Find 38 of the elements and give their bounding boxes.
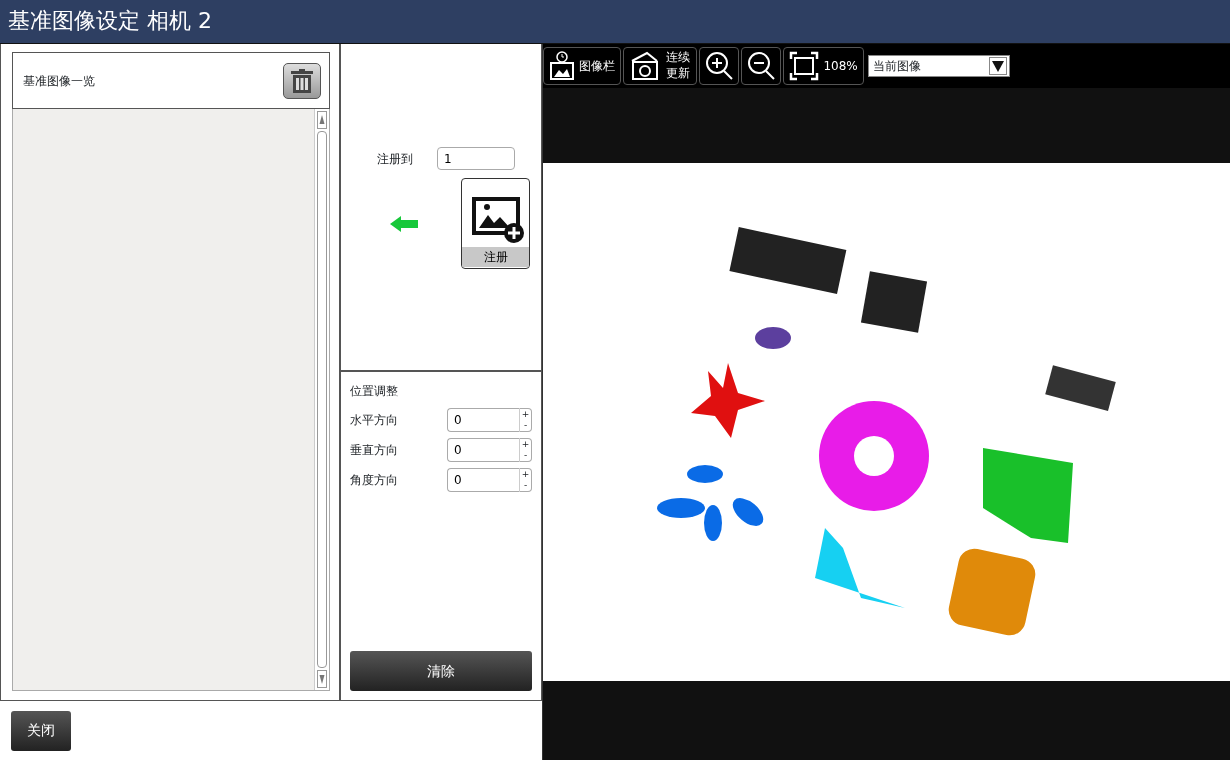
- camera-photo-icon: [629, 51, 661, 81]
- register-field[interactable]: 1: [437, 147, 515, 170]
- decrement-button[interactable]: -: [520, 450, 531, 461]
- fit-button[interactable]: 108%: [783, 47, 864, 85]
- register-label: 注册到: [377, 150, 413, 168]
- delete-button[interactable]: [283, 62, 321, 99]
- section-title: 位置调整: [350, 383, 399, 400]
- field-label: 水平方向: [350, 412, 398, 429]
- gallery-button[interactable]: 图像栏: [543, 47, 621, 85]
- clear-button[interactable]: 清除: [350, 651, 532, 691]
- fit-frame-icon: [789, 51, 820, 81]
- gallery-icon: [549, 51, 575, 81]
- zoom-out-icon: [747, 51, 776, 81]
- list-title: 基准图像一览: [23, 72, 95, 90]
- number-field[interactable]: 0: [447, 438, 519, 462]
- scroll-down-icon: [317, 670, 327, 688]
- number-field[interactable]: 0: [447, 408, 519, 432]
- increment-button[interactable]: +: [520, 439, 531, 450]
- window-title: 基准图像设定 相机 2: [0, 0, 1230, 44]
- field-label: 垂直方向: [350, 442, 398, 459]
- increment-button[interactable]: +: [520, 469, 531, 480]
- increment-button[interactable]: +: [520, 409, 531, 420]
- zoom-in-button[interactable]: [699, 47, 740, 85]
- zoom-out-button[interactable]: [741, 47, 782, 85]
- scroll-up-icon: [317, 111, 327, 129]
- field-label: 角度方向: [350, 472, 398, 489]
- close-button[interactable]: 关闭: [11, 710, 71, 751]
- trash-icon: [288, 66, 316, 95]
- arrow-left-icon: [389, 215, 419, 233]
- decrement-button[interactable]: -: [520, 480, 531, 491]
- decrement-button[interactable]: -: [520, 420, 531, 431]
- zoom-in-icon: [705, 51, 734, 81]
- register-button[interactable]: 注册: [461, 178, 530, 269]
- continuous-update-button[interactable]: 连续更新: [623, 47, 698, 85]
- source-dropdown[interactable]: 当前图像: [867, 55, 1010, 77]
- scrollbar[interactable]: [315, 109, 329, 690]
- caret-icon: [988, 57, 1007, 75]
- number-field[interactable]: 0: [447, 468, 519, 492]
